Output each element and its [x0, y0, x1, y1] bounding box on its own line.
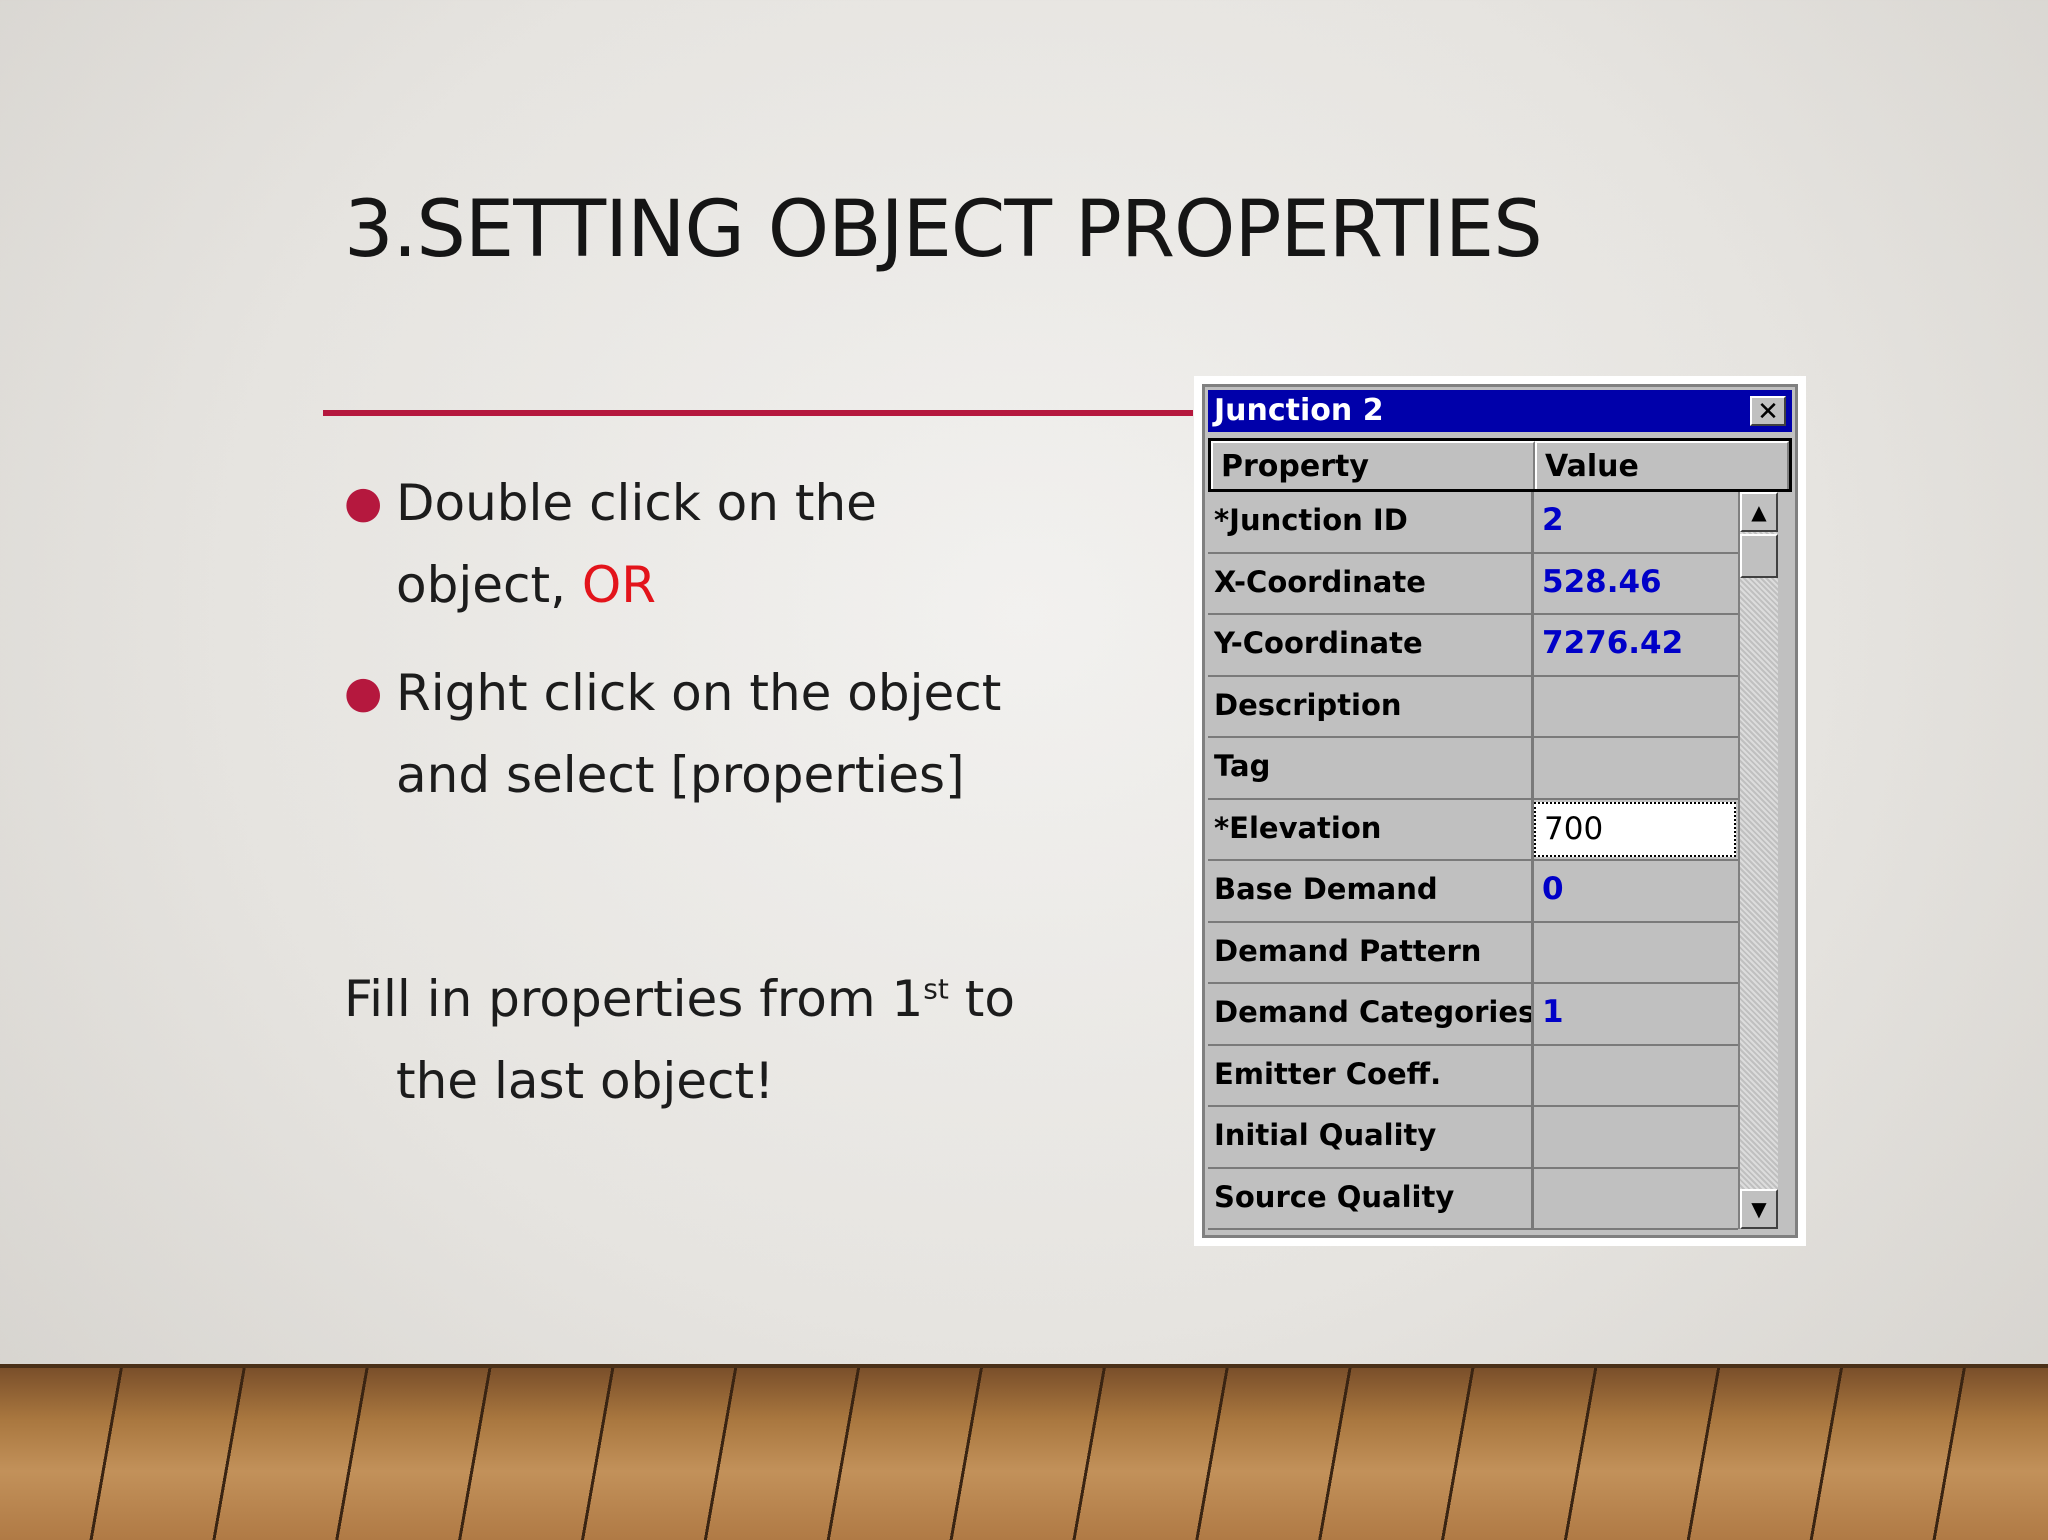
property-value-cell[interactable] [1534, 738, 1738, 798]
fill-superscript: st [923, 972, 949, 1006]
property-name-cell: Emitter Coeff. [1208, 1045, 1534, 1105]
slide-title: 3.SETTING OBJECT PROPERTIES [344, 185, 1543, 275]
property-name-cell: Description [1208, 676, 1534, 736]
property-value-cell[interactable] [1534, 1107, 1738, 1167]
dialog-body: Junction 2 ✕ Property Value *Junction ID… [1202, 384, 1798, 1238]
property-name-cell: Demand Categories [1208, 984, 1534, 1044]
table-row[interactable]: Initial Quality [1208, 1107, 1738, 1169]
property-value-cell[interactable]: 7276.42 [1534, 615, 1738, 675]
grid-header: Property Value [1208, 438, 1792, 492]
junction-properties-dialog: Junction 2 ✕ Property Value *Junction ID… [1194, 376, 1806, 1246]
property-name-cell: *Junction ID [1208, 492, 1534, 552]
table-row[interactable]: Tag [1208, 738, 1738, 800]
close-icon[interactable]: ✕ [1750, 396, 1786, 426]
property-name-cell: X-Coordinate [1208, 553, 1534, 613]
property-name-cell: Source Quality [1208, 1168, 1534, 1228]
fill-text-part1: Fill in properties from 1 [344, 970, 924, 1028]
bullet-dot-icon: ● [344, 477, 383, 528]
property-name-cell: Initial Quality [1208, 1107, 1534, 1167]
property-value-cell[interactable]: 2 [1534, 492, 1738, 552]
accent-divider [323, 410, 1193, 416]
table-row[interactable]: Demand Categories 1 [1208, 984, 1738, 1046]
scroll-thumb[interactable] [1740, 534, 1778, 578]
bullet-text: Right click on the object and select [pr… [396, 664, 1002, 804]
property-value-cell[interactable] [1534, 1169, 1738, 1229]
table-row[interactable]: X-Coordinate 528.46 [1208, 553, 1738, 615]
vertical-scrollbar[interactable]: ▲ ▼ [1738, 492, 1778, 1229]
property-value-cell[interactable] [1534, 923, 1738, 983]
bullet-highlight-text: OR [581, 556, 656, 614]
property-name-cell: Base Demand [1208, 861, 1534, 921]
bullet-dot-icon: ● [344, 667, 383, 718]
property-name-cell: Y-Coordinate [1208, 615, 1534, 675]
property-value-cell[interactable] [1534, 1046, 1738, 1106]
dialog-titlebar[interactable]: Junction 2 ✕ [1208, 390, 1792, 432]
property-value-cell[interactable]: 528.46 [1534, 554, 1738, 614]
property-value-cell[interactable]: 0 [1534, 861, 1738, 921]
fill-text-part2: to [948, 970, 1015, 1028]
elevation-value-input[interactable]: 700 [1534, 801, 1736, 857]
header-value[interactable]: Value [1535, 441, 1789, 489]
table-row[interactable]: *Junction ID 2 [1208, 492, 1738, 554]
fill-text-line2: the last object! [396, 1052, 775, 1110]
scroll-up-icon[interactable]: ▲ [1740, 492, 1778, 532]
property-name-cell: *Elevation [1208, 799, 1534, 859]
property-grid: Property Value *Junction ID 2 X-Coordinate… [1208, 438, 1792, 1230]
grid-rows: *Junction ID 2 X-Coordinate 528.46 Y-Coordin… [1208, 492, 1738, 1230]
table-row[interactable]: Demand Pattern [1208, 922, 1738, 984]
bullet-list: ● Double click on the object, OR ● Right… [344, 462, 1024, 842]
scroll-down-icon[interactable]: ▼ [1740, 1189, 1778, 1229]
table-row[interactable]: Y-Coordinate 7276.42 [1208, 615, 1738, 677]
bullet-item-right-click: ● Right click on the object and select [… [344, 652, 1024, 816]
table-row[interactable]: Source Quality [1208, 1168, 1738, 1230]
table-row[interactable]: *Elevation 700 [1208, 799, 1738, 861]
property-value-cell[interactable]: 1 [1534, 984, 1738, 1044]
dialog-title: Junction 2 [1214, 393, 1384, 428]
wooden-floor-decoration [0, 1364, 2048, 1540]
property-name-cell: Demand Pattern [1208, 922, 1534, 982]
header-property[interactable]: Property [1211, 441, 1535, 489]
table-row[interactable]: Description [1208, 676, 1738, 738]
table-row[interactable]: Emitter Coeff. [1208, 1045, 1738, 1107]
property-value-cell[interactable] [1534, 677, 1738, 737]
property-name-cell: Tag [1208, 738, 1534, 798]
table-row[interactable]: Base Demand 0 [1208, 861, 1738, 923]
bullet-item-double-click: ● Double click on the object, OR [344, 462, 1024, 626]
fill-instruction: Fill in properties from 1st to the last … [344, 958, 1064, 1122]
